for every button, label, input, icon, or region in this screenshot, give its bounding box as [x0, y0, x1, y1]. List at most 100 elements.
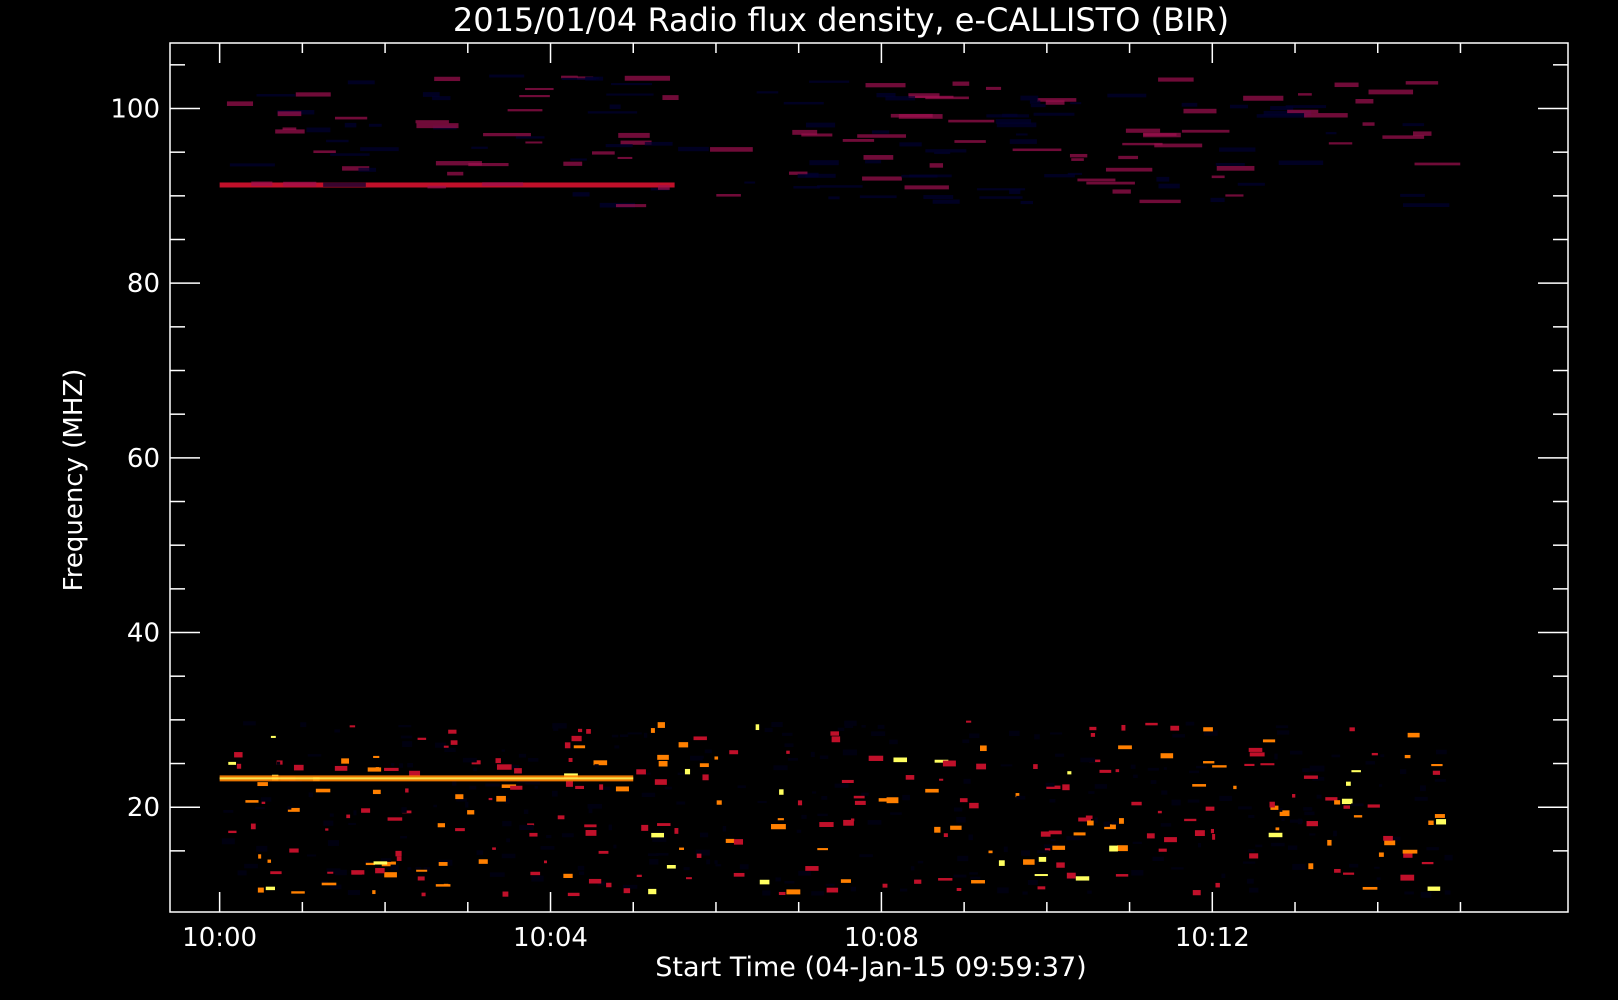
burst-speck: [395, 850, 402, 857]
band-streak: [871, 130, 890, 134]
burst-speck: [1184, 818, 1197, 822]
burst-speck: [716, 800, 722, 805]
burst-speck: [501, 749, 506, 752]
burst-speck: [817, 813, 828, 817]
burst-speck: [1130, 764, 1136, 769]
burst-speck: [1194, 830, 1205, 837]
burst-speck: [223, 810, 234, 813]
burst-speck: [782, 732, 793, 736]
band-streak: [434, 76, 461, 82]
burst-speck: [819, 755, 829, 760]
y-tick-label: 100: [110, 95, 160, 125]
burst-speck: [380, 858, 392, 862]
burst-speck: [467, 810, 475, 815]
burst-speck: [1331, 754, 1341, 758]
burst-speck: [1094, 784, 1108, 789]
band-streak: [226, 101, 254, 106]
burst-speck: [1203, 761, 1215, 764]
band-streak: [347, 80, 375, 85]
burst-speck: [1115, 874, 1129, 877]
burst-speck: [1248, 747, 1263, 752]
burst-speck: [1262, 739, 1276, 743]
band-streak: [1181, 102, 1198, 107]
band-streak: [1112, 189, 1131, 194]
burst-speck: [571, 735, 582, 742]
burst-speck: [1287, 845, 1298, 850]
burst-speck: [496, 764, 512, 770]
burst-speck: [939, 778, 944, 781]
burst-speck: [1111, 821, 1119, 825]
burst-speck: [327, 871, 334, 874]
burst-speck: [1255, 844, 1263, 848]
burst-speck: [417, 737, 427, 740]
burst-speck: [1056, 862, 1065, 868]
band-streak: [416, 123, 459, 129]
burst-speck: [934, 826, 941, 833]
band-streak: [929, 163, 944, 168]
band-streak: [330, 153, 370, 156]
burst-speck: [778, 891, 786, 896]
burst-speck: [485, 783, 500, 787]
burst-speck: [257, 887, 264, 893]
burst-speck: [899, 888, 908, 892]
band-streak: [1158, 77, 1194, 82]
band-streak: [1287, 109, 1319, 114]
burst-speck: [853, 795, 865, 799]
burst-speck: [1316, 794, 1322, 799]
burst-speck: [968, 834, 973, 841]
burst-speck: [1171, 799, 1181, 806]
band-streak: [678, 146, 709, 152]
burst-speck: [502, 891, 509, 897]
burst-speck: [437, 823, 446, 828]
burst-speck: [1436, 819, 1447, 825]
burst-speck: [1187, 799, 1200, 803]
burst-speck: [666, 864, 676, 869]
band-streak: [251, 181, 273, 187]
burst-speck: [349, 725, 356, 728]
burst-speck: [293, 764, 304, 771]
burst-speck: [1292, 863, 1306, 870]
band-streak: [1334, 82, 1359, 88]
burst-speck: [433, 804, 437, 808]
burst-speck: [608, 824, 612, 831]
band-streak: [744, 181, 756, 184]
band-streak: [817, 185, 863, 188]
burst-speck: [1334, 868, 1341, 873]
burst-speck: [1009, 730, 1020, 737]
burst-speck: [584, 824, 597, 828]
burst-speck: [676, 801, 686, 805]
burst-speck: [258, 854, 262, 859]
burst-speck: [307, 754, 322, 757]
band-streak: [1382, 135, 1425, 139]
burst-speck: [950, 825, 962, 830]
burst-speck: [796, 829, 802, 833]
burst-speck: [455, 794, 464, 800]
chart-title: 2015/01/04 Radio flux density, e-CALLIST…: [453, 1, 1229, 39]
burst-speck: [805, 866, 819, 871]
burst-speck: [826, 887, 839, 893]
burst-speck: [476, 850, 484, 855]
burst-speck: [396, 856, 402, 861]
burst-speck: [577, 728, 583, 733]
burst-speck: [244, 863, 258, 869]
burst-speck: [1365, 761, 1376, 765]
burst-speck: [1221, 873, 1226, 879]
burst-speck: [1048, 830, 1062, 835]
burst-speck: [1238, 806, 1252, 810]
burst-speck: [334, 869, 347, 876]
band-streak: [995, 119, 1032, 124]
burst-speck: [1292, 794, 1296, 798]
burst-speck: [1023, 859, 1035, 865]
burst-speck: [1088, 791, 1095, 794]
burst-speck: [764, 727, 773, 733]
burst-speck: [387, 817, 403, 821]
burst-speck: [1132, 841, 1142, 845]
burst-speck: [1374, 866, 1380, 869]
band-streak: [1403, 203, 1450, 207]
band-streak: [1325, 132, 1337, 135]
burst-speck: [825, 883, 835, 887]
band-streak: [561, 77, 597, 81]
burst-speck: [1383, 835, 1393, 841]
burst-speck: [1197, 843, 1202, 848]
burst-speck: [1052, 845, 1066, 850]
